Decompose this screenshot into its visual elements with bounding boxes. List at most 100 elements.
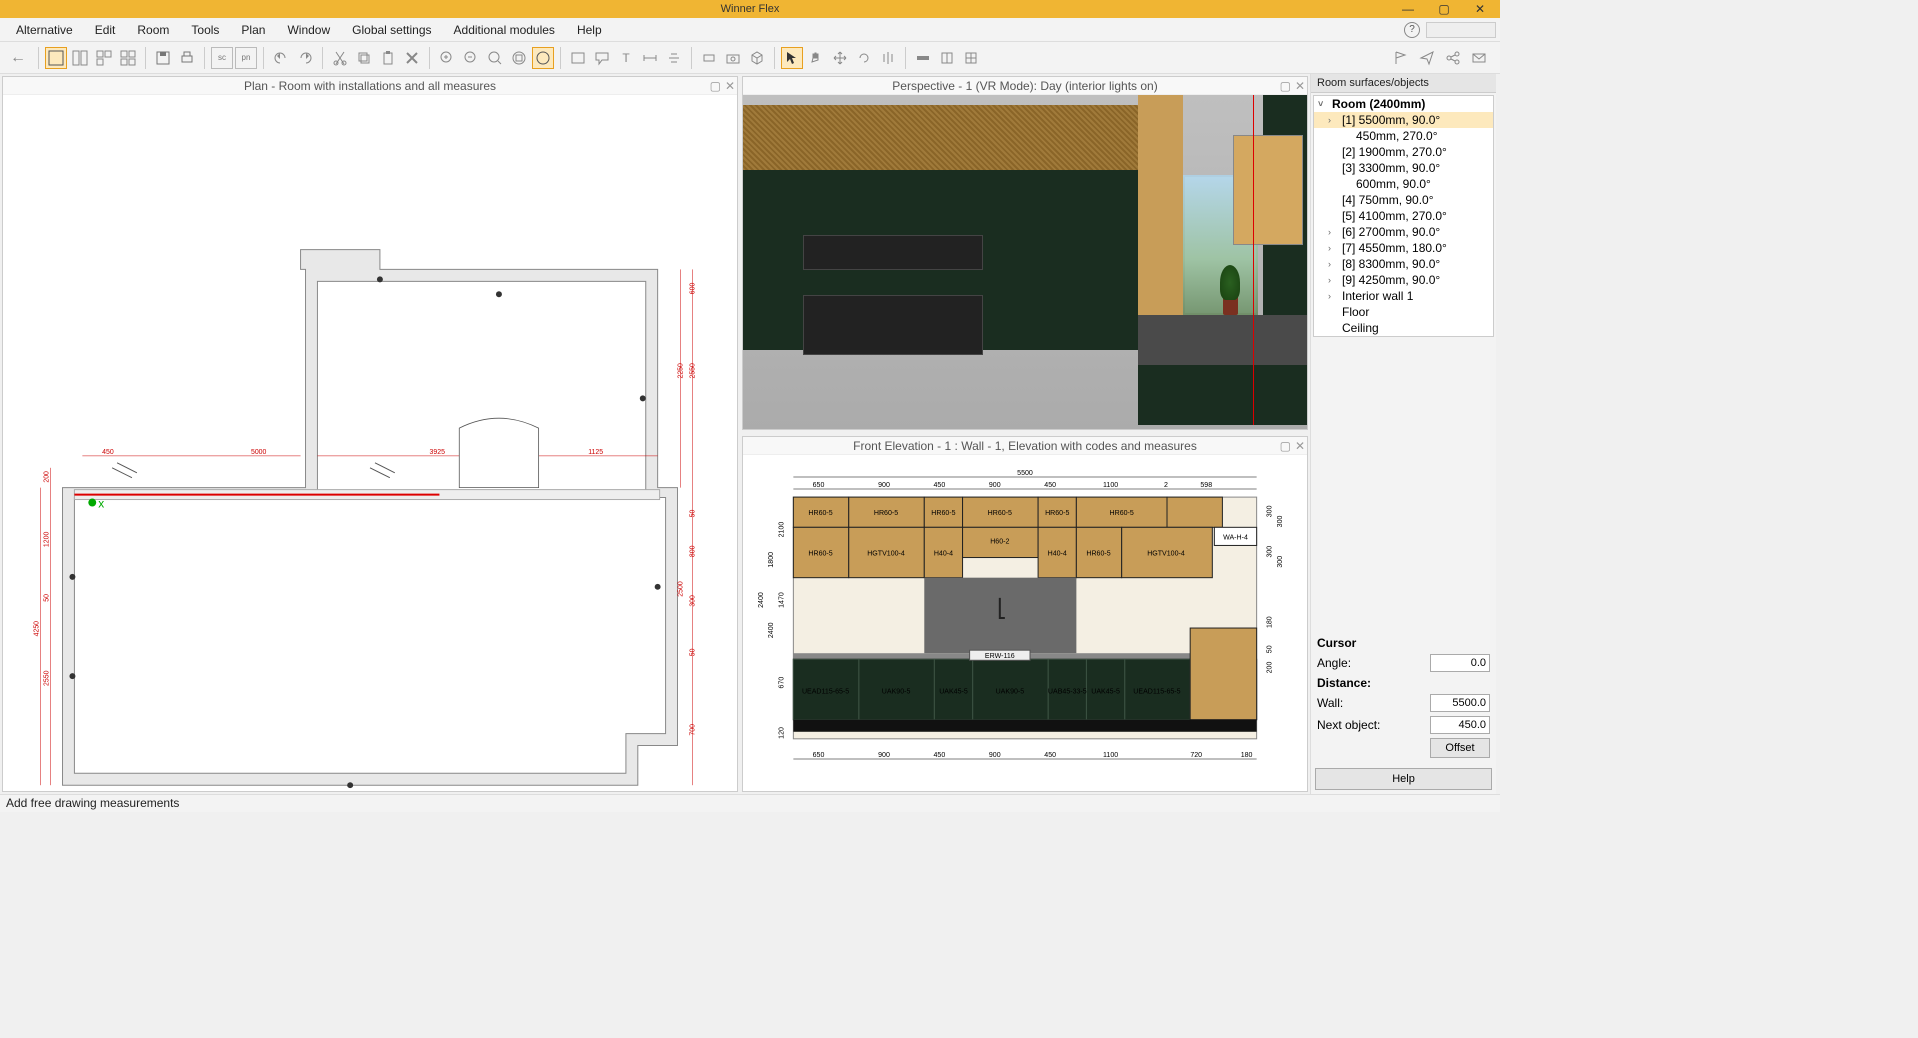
redo-icon[interactable] (294, 47, 316, 69)
menu-help[interactable]: Help (567, 20, 612, 40)
svg-text:598: 598 (1200, 482, 1212, 489)
perspective-title: Perspective - 1 (VR Mode): Day (interior… (892, 79, 1157, 93)
close-icon[interactable]: ✕ (1462, 0, 1498, 18)
tree-row[interactable]: Ceiling (1314, 320, 1493, 336)
persp-max-icon[interactable]: ▢ (1280, 79, 1291, 93)
move-icon[interactable] (829, 47, 851, 69)
tree-row[interactable]: ›[9] 4250mm, 90.0° (1314, 272, 1493, 288)
menu-additional-modules[interactable]: Additional modules (444, 20, 565, 40)
svg-text:5500: 5500 (1017, 470, 1033, 477)
menubar: Alternative Edit Room Tools Plan Window … (0, 18, 1500, 42)
tree-row[interactable]: Floor (1314, 304, 1493, 320)
wall-input[interactable] (1430, 694, 1490, 712)
menu-window[interactable]: Window (277, 20, 340, 40)
arrow-tool-icon[interactable] (781, 47, 803, 69)
next-object-input[interactable] (1430, 716, 1490, 734)
mail-icon[interactable] (1468, 47, 1490, 69)
svg-text:ERW-116: ERW-116 (985, 653, 1015, 660)
cut-icon[interactable] (329, 47, 351, 69)
svg-text:800: 800 (689, 545, 696, 557)
offset-button[interactable]: Offset (1430, 738, 1490, 758)
tree-row[interactable]: ›[8] 8300mm, 90.0° (1314, 256, 1493, 272)
menu-edit[interactable]: Edit (85, 20, 126, 40)
menu-plan[interactable]: Plan (231, 20, 275, 40)
menu-global-settings[interactable]: Global settings (342, 20, 441, 40)
angle-input[interactable] (1430, 654, 1490, 672)
svg-text:H40-4: H40-4 (934, 551, 953, 558)
nav-back-icon[interactable]: ← (4, 49, 32, 67)
tree-row[interactable]: 600mm, 90.0° (1314, 176, 1493, 192)
angle-label: Angle: (1317, 656, 1430, 670)
layout-quad-icon[interactable] (117, 47, 139, 69)
minimize-icon[interactable]: — (1390, 0, 1426, 18)
help-icon[interactable]: ? (1404, 22, 1420, 38)
layout-grid-icon[interactable] (93, 47, 115, 69)
zoom-out-icon[interactable] (460, 47, 482, 69)
sc-icon[interactable]: sc (211, 47, 233, 69)
svg-text:2250: 2250 (677, 363, 684, 379)
send-icon[interactable] (1416, 47, 1438, 69)
plan-panel: Plan - Room with installations and all m… (2, 76, 738, 792)
window-icon[interactable] (960, 47, 982, 69)
plan-close-icon[interactable]: ✕ (725, 79, 735, 93)
svg-text:2550: 2550 (689, 363, 696, 379)
cube-icon[interactable] (746, 47, 768, 69)
hand-icon[interactable] (805, 47, 827, 69)
zoom-fit-icon[interactable] (484, 47, 506, 69)
rotate-icon[interactable] (853, 47, 875, 69)
text-icon[interactable]: T (615, 47, 637, 69)
copy-icon[interactable] (353, 47, 375, 69)
persp-close-icon[interactable]: ✕ (1295, 79, 1305, 93)
tree-row[interactable]: [4] 750mm, 90.0° (1314, 192, 1493, 208)
tree-row[interactable]: 450mm, 270.0° (1314, 128, 1493, 144)
plan-max-icon[interactable]: ▢ (710, 79, 721, 93)
tree-row[interactable]: [3] 3300mm, 90.0° (1314, 160, 1493, 176)
delete-icon[interactable] (401, 47, 423, 69)
mirror-icon[interactable] (877, 47, 899, 69)
pn-icon[interactable]: pn (235, 47, 257, 69)
dimension-v-icon[interactable] (663, 47, 685, 69)
wall-icon[interactable] (912, 47, 934, 69)
comment-icon[interactable] (591, 47, 613, 69)
perspective-viewport[interactable] (743, 95, 1307, 429)
print-icon[interactable] (176, 47, 198, 69)
zoom-active-icon[interactable] (532, 47, 554, 69)
maximize-icon[interactable]: ▢ (1426, 0, 1462, 18)
dimension-h-icon[interactable] (639, 47, 661, 69)
plan-viewport[interactable]: x 450 5000 3925 1125 600 (3, 95, 737, 791)
menu-room[interactable]: Room (127, 20, 179, 40)
layout-single-icon[interactable] (45, 47, 67, 69)
menu-tools[interactable]: Tools (181, 20, 229, 40)
svg-text:H40-4: H40-4 (1048, 551, 1067, 558)
elev-max-icon[interactable]: ▢ (1280, 439, 1291, 453)
flag-icon[interactable] (1390, 47, 1412, 69)
zoom-in-icon[interactable] (436, 47, 458, 69)
share-icon[interactable] (1442, 47, 1464, 69)
svg-text:2100: 2100 (778, 522, 785, 538)
elevation-viewport[interactable]: 5500 650 900 450 900 450 1100 2 598 2400… (743, 455, 1307, 791)
menu-alternative[interactable]: Alternative (6, 20, 83, 40)
elev-close-icon[interactable]: ✕ (1295, 439, 1305, 453)
tag-icon[interactable] (698, 47, 720, 69)
tree-row[interactable]: ›[7] 4550mm, 180.0° (1314, 240, 1493, 256)
svg-text:300: 300 (1277, 556, 1284, 568)
note-icon[interactable] (567, 47, 589, 69)
paste-icon[interactable] (377, 47, 399, 69)
tree-row[interactable]: [5] 4100mm, 270.0° (1314, 208, 1493, 224)
help-button[interactable]: Help (1315, 768, 1492, 790)
tree-root[interactable]: ˅Room (2400mm) (1314, 96, 1493, 112)
door-icon[interactable] (936, 47, 958, 69)
tree-row[interactable]: ›[6] 2700mm, 90.0° (1314, 224, 1493, 240)
tree-row[interactable]: [2] 1900mm, 270.0° (1314, 144, 1493, 160)
zoom-window-icon[interactable] (508, 47, 530, 69)
room-tree[interactable]: ˅Room (2400mm) ›[1] 5500mm, 90.0°450mm, … (1313, 95, 1494, 337)
layout-split-h-icon[interactable] (69, 47, 91, 69)
perspective-panel: Perspective - 1 (VR Mode): Day (interior… (742, 76, 1308, 430)
camera-icon[interactable] (722, 47, 744, 69)
save-icon[interactable] (152, 47, 174, 69)
user-button[interactable] (1426, 22, 1496, 38)
tree-row[interactable]: ›Interior wall 1 (1314, 288, 1493, 304)
tree-row[interactable]: ›[1] 5500mm, 90.0° (1314, 112, 1493, 128)
svg-text:HR60-5: HR60-5 (988, 510, 1012, 517)
undo-icon[interactable] (270, 47, 292, 69)
